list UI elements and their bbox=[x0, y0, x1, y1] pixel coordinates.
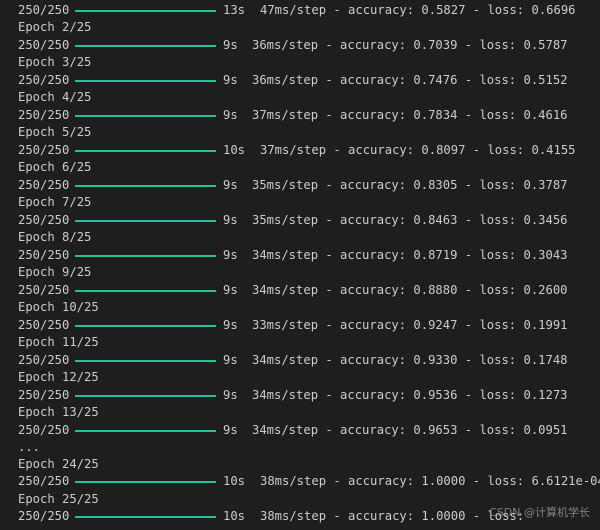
epoch-header: Epoch 2/25 bbox=[18, 20, 92, 34]
progress-bar bbox=[75, 177, 216, 194]
epoch-header: Epoch 4/25 bbox=[18, 90, 92, 104]
epoch-header: Epoch 7/25 bbox=[18, 195, 92, 209]
epoch-time: 10s bbox=[223, 474, 246, 488]
epoch-header: Epoch 5/25 bbox=[18, 125, 92, 139]
epoch-metrics: 34ms/step - accuracy: 0.8880 - loss: 0.2… bbox=[252, 283, 568, 297]
epoch-header: Epoch 24/25 bbox=[18, 457, 99, 471]
epoch-metrics: 47ms/step - accuracy: 0.5827 - loss: 0.6… bbox=[260, 3, 576, 17]
epoch-time: 9s bbox=[223, 423, 238, 437]
progress-bar-fill bbox=[75, 430, 216, 432]
epoch-metrics: 38ms/step - accuracy: 1.0000 - loss: bbox=[260, 509, 525, 523]
step-count: 250/250 bbox=[18, 3, 70, 17]
progress-bar-fill bbox=[75, 481, 216, 483]
progress-bar-fill bbox=[75, 255, 216, 257]
epoch-time: 10s bbox=[223, 143, 246, 157]
epoch-time: 9s bbox=[223, 318, 238, 332]
epoch-metrics: 34ms/step - accuracy: 0.8719 - loss: 0.3… bbox=[252, 248, 568, 262]
progress-bar bbox=[75, 473, 216, 490]
epoch-time: 9s bbox=[223, 38, 238, 52]
watermark: CSDN @计算机学长 bbox=[489, 506, 590, 519]
progress-bar-fill bbox=[75, 290, 216, 292]
step-count: 250/250 bbox=[18, 423, 70, 437]
progress-bar bbox=[75, 282, 216, 299]
step-count: 250/250 bbox=[18, 318, 70, 332]
epoch-time: 9s bbox=[223, 108, 238, 122]
step-count: 250/250 bbox=[18, 38, 70, 52]
epoch-header: Epoch 12/25 bbox=[18, 370, 99, 384]
progress-bar-fill bbox=[75, 10, 216, 12]
step-count: 250/250 bbox=[18, 353, 70, 367]
epoch-header: Epoch 10/25 bbox=[18, 300, 99, 314]
progress-bar bbox=[75, 142, 216, 159]
epoch-time: 9s bbox=[223, 353, 238, 367]
step-count: 250/250 bbox=[18, 143, 70, 157]
step-count: 250/250 bbox=[18, 283, 70, 297]
epoch-time: 9s bbox=[223, 248, 238, 262]
step-count: 250/250 bbox=[18, 248, 70, 262]
epoch-time: 9s bbox=[223, 73, 238, 87]
epoch-time: 9s bbox=[223, 213, 238, 227]
progress-bar bbox=[75, 107, 216, 124]
progress-bar-fill bbox=[75, 45, 216, 47]
epoch-metrics: 33ms/step - accuracy: 0.9247 - loss: 0.1… bbox=[252, 318, 568, 332]
epoch-header: Epoch 25/25 bbox=[18, 492, 99, 506]
epoch-metrics: 37ms/step - accuracy: 0.8097 - loss: 0.4… bbox=[260, 143, 576, 157]
epoch-metrics: 35ms/step - accuracy: 0.8305 - loss: 0.3… bbox=[252, 178, 568, 192]
progress-bar-fill bbox=[75, 325, 216, 327]
epoch-metrics: 36ms/step - accuracy: 0.7476 - loss: 0.5… bbox=[252, 73, 568, 87]
epoch-metrics: 36ms/step - accuracy: 0.7039 - loss: 0.5… bbox=[252, 38, 568, 52]
epoch-metrics: 34ms/step - accuracy: 0.9536 - loss: 0.1… bbox=[252, 388, 568, 402]
epoch-metrics: 35ms/step - accuracy: 0.8463 - loss: 0.3… bbox=[252, 213, 568, 227]
epoch-metrics: 37ms/step - accuracy: 0.7834 - loss: 0.4… bbox=[252, 108, 568, 122]
progress-bar bbox=[75, 317, 216, 334]
progress-bar-fill bbox=[75, 185, 216, 187]
epoch-time: 9s bbox=[223, 388, 238, 402]
progress-bar-fill bbox=[75, 115, 216, 117]
epoch-header: Epoch 3/25 bbox=[18, 55, 92, 69]
progress-bar bbox=[75, 422, 216, 439]
progress-bar bbox=[75, 352, 216, 369]
progress-bar-fill bbox=[75, 516, 216, 518]
epoch-metrics: 38ms/step - accuracy: 1.0000 - loss: 6.6… bbox=[260, 474, 600, 488]
step-count: 250/250 bbox=[18, 73, 70, 87]
progress-bar-fill bbox=[75, 395, 216, 397]
progress-bar bbox=[75, 508, 216, 525]
progress-bar bbox=[75, 212, 216, 229]
epoch-header: Epoch 8/25 bbox=[18, 230, 92, 244]
progress-bar bbox=[75, 37, 216, 54]
step-count: 250/250 bbox=[18, 178, 70, 192]
progress-bar-fill bbox=[75, 80, 216, 82]
progress-bar-fill bbox=[75, 360, 216, 362]
step-count: 250/250 bbox=[18, 388, 70, 402]
epoch-header: Epoch 13/25 bbox=[18, 405, 99, 419]
epoch-header: Epoch 11/25 bbox=[18, 335, 99, 349]
progress-bar bbox=[75, 247, 216, 264]
epoch-time: 9s bbox=[223, 283, 238, 297]
ellipsis-line: ... bbox=[18, 440, 41, 454]
epoch-metrics: 34ms/step - accuracy: 0.9330 - loss: 0.1… bbox=[252, 353, 568, 367]
epoch-metrics: 34ms/step - accuracy: 0.9653 - loss: 0.0… bbox=[252, 423, 568, 437]
step-count: 250/250 bbox=[18, 474, 70, 488]
step-count: 250/250 bbox=[18, 509, 70, 523]
progress-bar-fill bbox=[75, 220, 216, 222]
epoch-header: Epoch 9/25 bbox=[18, 265, 92, 279]
progress-bar bbox=[75, 72, 216, 89]
step-count: 250/250 bbox=[18, 108, 70, 122]
progress-bar-fill bbox=[75, 150, 216, 152]
progress-bar bbox=[75, 387, 216, 404]
step-count: 250/250 bbox=[18, 213, 70, 227]
epoch-time: 10s bbox=[223, 509, 246, 523]
epoch-time: 9s bbox=[223, 178, 238, 192]
epoch-time: 13s bbox=[223, 3, 246, 17]
progress-bar bbox=[75, 2, 216, 19]
epoch-header: Epoch 6/25 bbox=[18, 160, 92, 174]
